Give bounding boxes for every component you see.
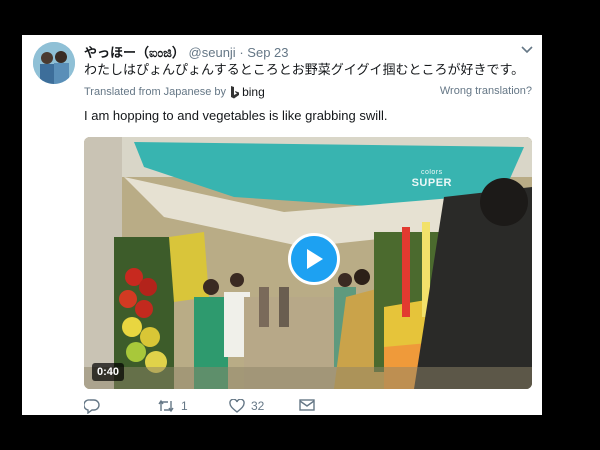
bing-label: bing: [242, 85, 265, 99]
chevron-down-icon[interactable]: [520, 43, 534, 57]
translation-attribution: Translated from Japanese by bing: [84, 85, 265, 99]
top-letterbox: [0, 0, 600, 35]
reply-icon: [84, 399, 100, 414]
avatar[interactable]: [33, 42, 75, 84]
retweet-icon: [158, 399, 174, 413]
bing-logo-icon: [231, 85, 240, 98]
bottom-letterbox: [0, 415, 600, 450]
watermark-main: SUPER: [411, 177, 452, 189]
wrong-translation-link[interactable]: Wrong translation?: [440, 85, 532, 97]
play-button[interactable]: [288, 233, 340, 285]
retweet-count: 1: [181, 399, 188, 413]
translated-text: I am hopping to and vegetables is like g…: [84, 108, 388, 123]
original-text: わたしはぴょんぴょんするところとお野菜グイグイ掴むところが好きです。: [84, 62, 525, 77]
channel-watermark: colors SUPER: [412, 167, 452, 189]
display-name[interactable]: やっほー（ಐಂಜಿ）: [84, 45, 185, 60]
retweet-action[interactable]: 1: [157, 399, 188, 413]
like-count: 32: [251, 399, 265, 413]
like-action[interactable]: 32: [229, 399, 264, 413]
play-icon: [307, 249, 323, 269]
bing-logo: bing: [230, 85, 265, 99]
message-action[interactable]: [299, 399, 315, 411]
video-player[interactable]: colors SUPER 0:40: [84, 137, 532, 389]
translated-from-label: Translated from Japanese by: [84, 86, 227, 98]
message-icon: [299, 399, 315, 411]
video-duration: 0:40: [92, 363, 125, 381]
user-handle[interactable]: @seunji: [189, 45, 236, 60]
like-icon: [229, 399, 245, 413]
header-separator: ·: [239, 45, 244, 60]
tweet-card[interactable]: やっほー（ಐಂಜಿ） @seunji · Sep 23 わたしはぴょんぴょんする…: [22, 35, 542, 415]
reply-action[interactable]: [84, 399, 106, 414]
tweet-date[interactable]: Sep 23: [247, 45, 288, 60]
